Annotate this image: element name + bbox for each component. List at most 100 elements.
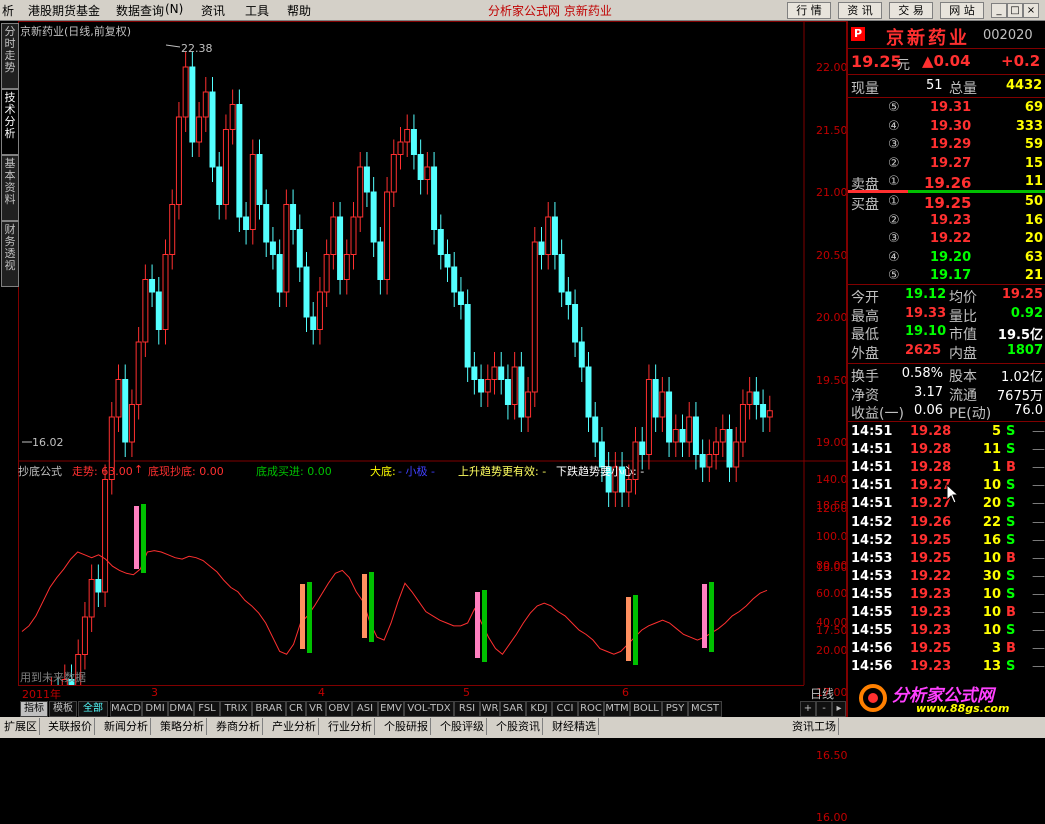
tab-wr[interactable]: WR xyxy=(480,701,500,717)
tab-vr[interactable]: VR xyxy=(306,701,326,717)
news-button[interactable]: 资 讯 xyxy=(838,2,882,19)
status-tab-finance-picks[interactable]: 财经精选 xyxy=(550,718,599,735)
menu-item-hk-futures[interactable]: 港股期货基金 xyxy=(28,2,100,19)
divider xyxy=(848,363,1045,364)
market-flag-icon: P xyxy=(851,27,865,41)
ask-level-row[interactable]: ⑤ 19.31 69 xyxy=(848,100,1045,118)
tab-emv[interactable]: EMV xyxy=(378,701,404,717)
tab-obv[interactable]: OBV xyxy=(326,701,352,717)
tab-mtm[interactable]: MTM xyxy=(604,701,630,717)
tick-row[interactable]: 14:51 19.28 1 B — xyxy=(848,460,1045,478)
tick-volume: 30 xyxy=(982,568,1001,584)
status-tab-extension[interactable]: 扩展区 xyxy=(2,718,40,735)
tab-rsi[interactable]: RSI xyxy=(454,701,480,717)
website-button[interactable]: 网 站 xyxy=(940,2,984,19)
tab-macd[interactable]: MACD xyxy=(110,701,142,717)
price-axis-tick: 21.00 xyxy=(816,186,848,199)
indicator-big-bottom: 大底: xyxy=(370,465,396,478)
tick-row[interactable]: 14:55 19.23 10 B — xyxy=(848,605,1045,623)
tab-asi[interactable]: ASI xyxy=(352,701,378,717)
status-tab-strategy[interactable]: 策略分析 xyxy=(158,718,207,735)
date-label-may: 5 xyxy=(463,686,470,699)
tick-row[interactable]: 14:53 19.22 30 S — xyxy=(848,569,1045,587)
ask-level-row[interactable]: ③ 19.29 59 xyxy=(848,137,1045,155)
minimize-icon[interactable]: _ xyxy=(991,3,1007,18)
tick-row[interactable]: 14:53 19.25 10 B — xyxy=(848,551,1045,569)
tick-price: 19.28 xyxy=(910,442,952,458)
status-tab-industry-chain[interactable]: 产业分析 xyxy=(270,718,319,735)
tab-cr[interactable]: CR xyxy=(286,701,306,717)
menu-item-news[interactable]: 资讯 xyxy=(201,2,225,19)
tick-row[interactable]: 14:55 19.23 10 S — xyxy=(848,623,1045,641)
close-icon[interactable]: × xyxy=(1023,3,1039,18)
zoom-in-button[interactable]: + xyxy=(800,701,816,717)
tick-price: 19.25 xyxy=(910,641,952,657)
tab-financials[interactable]: 财务透视 xyxy=(1,221,19,287)
tick-direction: B xyxy=(1006,605,1016,620)
tick-row[interactable]: 14:52 19.26 22 S — xyxy=(848,515,1045,533)
status-tab-news-workshop[interactable]: 资讯工场 xyxy=(790,718,839,735)
zoom-out-button[interactable]: - xyxy=(816,701,832,717)
tick-row[interactable]: 14:56 19.25 3 B — xyxy=(848,641,1045,659)
tab-cci[interactable]: CCI xyxy=(552,701,578,717)
ask-level-row[interactable]: ② 19.27 15 xyxy=(848,156,1045,174)
tab-time-share[interactable]: 分时走势 xyxy=(1,23,19,89)
status-tab-rating[interactable]: 个股评级 xyxy=(438,718,487,735)
menu-item-data-query[interactable]: 数据查询 xyxy=(116,2,164,19)
chart-canvas[interactable] xyxy=(18,21,846,685)
tab-fundamentals[interactable]: 基本资料 xyxy=(1,155,19,221)
tab-vol-tdx[interactable]: VOL-TDX xyxy=(404,701,454,717)
tab-trix[interactable]: TRIX xyxy=(220,701,252,717)
scroll-right-button[interactable]: ▸ xyxy=(832,701,846,717)
bid-level-row[interactable]: 买盘 ① 19.25 50 xyxy=(848,194,1045,213)
ask-level-volume: 59 xyxy=(1024,137,1043,152)
status-tab-related-quotes[interactable]: 关联报价 xyxy=(46,718,95,735)
tab-dma[interactable]: DMA xyxy=(168,701,194,717)
candle-body xyxy=(216,166,223,205)
candle-body xyxy=(659,391,666,418)
ask-level-row[interactable]: ④ 19.30 333 xyxy=(848,119,1045,137)
trade-button[interactable]: 交 易 xyxy=(889,2,933,19)
bid-level-row[interactable]: ③ 19.22 20 xyxy=(848,231,1045,249)
tick-price: 19.28 xyxy=(910,460,952,476)
menu-item-tools[interactable]: 工具 xyxy=(245,2,269,19)
tab-sar[interactable]: SAR xyxy=(500,701,526,717)
quotes-button[interactable]: 行 情 xyxy=(787,2,831,19)
tab-roc[interactable]: ROC xyxy=(578,701,604,717)
status-tab-sector[interactable]: 行业分析 xyxy=(326,718,375,735)
tick-price: 19.23 xyxy=(910,623,952,639)
tick-row[interactable]: 14:51 19.28 11 S — xyxy=(848,442,1045,460)
tick-row[interactable]: 14:52 19.25 16 S — xyxy=(848,533,1045,551)
tab-indicators[interactable]: 指标 xyxy=(20,701,48,717)
stat-label: PE(动) xyxy=(949,406,992,422)
maximize-icon[interactable]: □ xyxy=(1007,3,1023,18)
bid-level-row[interactable]: ④ 19.20 63 xyxy=(848,250,1045,268)
chart-area[interactable]: 京新药业(日线,前复权) 22.38 16.02 22.00 21.50 21.00… xyxy=(18,21,855,824)
tick-row[interactable]: 14:51 19.28 5 S — xyxy=(848,424,1045,442)
status-tab-broker[interactable]: 券商分析 xyxy=(214,718,263,735)
tick-row[interactable]: 14:56 19.23 13 S — xyxy=(848,659,1045,677)
tab-brar[interactable]: BRAR xyxy=(252,701,286,717)
menu-item-help[interactable]: 帮助 xyxy=(287,2,311,19)
tick-price: 19.27 xyxy=(910,478,952,494)
tab-technical-analysis[interactable]: 技术分析 xyxy=(1,89,19,155)
tab-templates[interactable]: 模板 xyxy=(49,701,77,717)
tab-all[interactable]: 全部 xyxy=(78,701,108,717)
status-tab-news-analysis[interactable]: 新闻分析 xyxy=(102,718,151,735)
tab-kdj[interactable]: KDJ xyxy=(526,701,552,717)
status-tab-stock-news[interactable]: 个股资讯 xyxy=(494,718,543,735)
tick-direction: S xyxy=(1006,514,1016,530)
indicator-bottom-buy-in: 底成买进: 0.00 xyxy=(256,465,332,478)
candle-body xyxy=(323,254,330,293)
bid-level-row[interactable]: ② 19.23 16 xyxy=(848,213,1045,231)
tab-dmi[interactable]: DMI xyxy=(142,701,168,717)
tab-boll[interactable]: BOLL xyxy=(630,701,662,717)
bid-level-price: 19.17 xyxy=(930,268,972,283)
tab-psy[interactable]: PSY xyxy=(662,701,688,717)
candle-body xyxy=(478,379,485,393)
tick-row[interactable]: 14:55 19.23 10 S — xyxy=(848,587,1045,605)
tab-mcst[interactable]: MCST xyxy=(688,701,722,717)
tab-fsl[interactable]: FSL xyxy=(194,701,220,717)
menu-item-analysis[interactable]: 析 xyxy=(2,2,14,19)
status-tab-research[interactable]: 个股研报 xyxy=(382,718,431,735)
